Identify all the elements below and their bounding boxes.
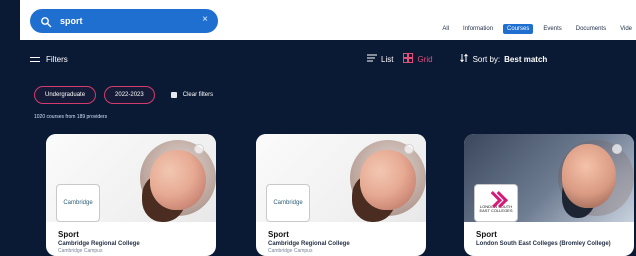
filter-toolbar: Filters List Grid Sort by: Best match [20, 48, 636, 70]
results-count: 1020 courses from 189 providers [34, 114, 108, 120]
clear-search-icon[interactable]: × [202, 14, 208, 25]
search-input-value: sport [60, 16, 83, 26]
active-filter-chips: Undergraduate 2022-2023 Clear filters [34, 86, 213, 104]
app-root: sport × All Information Courses Events D… [0, 0, 636, 256]
tab-events[interactable]: Events [539, 24, 565, 34]
view-and-sort-controls: List Grid Sort by: Best match [367, 53, 547, 65]
filters-toggle[interactable]: Filters [30, 55, 68, 64]
list-view-toggle[interactable]: List [367, 54, 393, 64]
provider-logo: LONDON SOUTH EAST COLLEGES [474, 184, 518, 222]
course-info: Sport Cambridge Regional College Cambrid… [268, 230, 416, 254]
image-subject-face [360, 150, 416, 210]
course-title: Sport [476, 230, 497, 239]
image-subject-face [562, 144, 616, 208]
course-info: Sport London South East Colleges (Bromle… [476, 230, 624, 248]
chip-label: Undergraduate [45, 92, 86, 98]
provider-logo: Cambridge [266, 184, 310, 222]
filters-icon [30, 55, 40, 63]
provider-name: Cambridge Regional College [58, 241, 140, 247]
sort-value: Best match [504, 54, 548, 64]
sort-prefix: Sort by: [472, 54, 501, 64]
chip-label: 2022-2023 [115, 92, 144, 98]
favorite-icon[interactable] [612, 144, 622, 154]
list-label: List [381, 54, 394, 64]
course-card[interactable]: LONDON SOUTH EAST COLLEGES Sport London … [464, 134, 634, 256]
grid-view-toggle[interactable]: Grid [403, 53, 433, 65]
course-card[interactable]: Cambridge Sport Cambridge Regional Colle… [46, 134, 216, 256]
course-title: Sport [58, 230, 79, 239]
provider-name: Cambridge Regional College [268, 241, 350, 247]
sort-icon [459, 53, 469, 65]
clear-filters-icon [170, 92, 177, 98]
clear-filters-label: Clear filters [182, 92, 214, 98]
filters-label: Filters [46, 54, 68, 64]
provider-logo-mark [487, 193, 505, 203]
tab-videos[interactable]: Vide [616, 24, 636, 34]
tab-documents[interactable]: Documents [572, 24, 610, 34]
search-pill[interactable]: sport × [30, 9, 218, 33]
course-info: Sport Cambridge Regional College Cambrid… [58, 230, 206, 254]
tab-all[interactable]: All [438, 24, 453, 34]
search-icon [40, 15, 52, 28]
provider-logo-text: Cambridge [63, 200, 93, 206]
grid-label: Grid [417, 54, 433, 64]
chip-undergraduate[interactable]: Undergraduate [34, 86, 97, 104]
campus-name: Cambridge Campus [268, 248, 313, 254]
campus-name: Cambridge Campus [58, 248, 103, 254]
course-title: Sport [268, 230, 289, 239]
tab-information[interactable]: Information [459, 24, 497, 34]
content-type-tabs: All Information Courses Events Documents… [438, 20, 636, 38]
top-navigation-bar: sport × All Information Courses Events D… [20, 0, 636, 40]
sort-control[interactable]: Sort by: Best match [459, 53, 548, 65]
list-icon [367, 54, 377, 64]
favorite-icon[interactable] [404, 144, 414, 154]
provider-name: London South East Colleges (Bromley Coll… [476, 241, 611, 247]
course-card[interactable]: Cambridge Sport Cambridge Regional Colle… [256, 134, 426, 256]
provider-logo-text: Cambridge [273, 200, 303, 206]
provider-logo: Cambridge [56, 184, 100, 222]
chip-year[interactable]: 2022-2023 [104, 86, 155, 104]
clear-filters-button[interactable]: Clear filters [170, 92, 214, 98]
course-cards: Cambridge Sport Cambridge Regional Colle… [46, 134, 636, 256]
grid-icon [403, 53, 414, 65]
tab-courses[interactable]: Courses [503, 24, 534, 34]
favorite-icon[interactable] [194, 144, 204, 154]
image-subject-face [150, 150, 206, 210]
